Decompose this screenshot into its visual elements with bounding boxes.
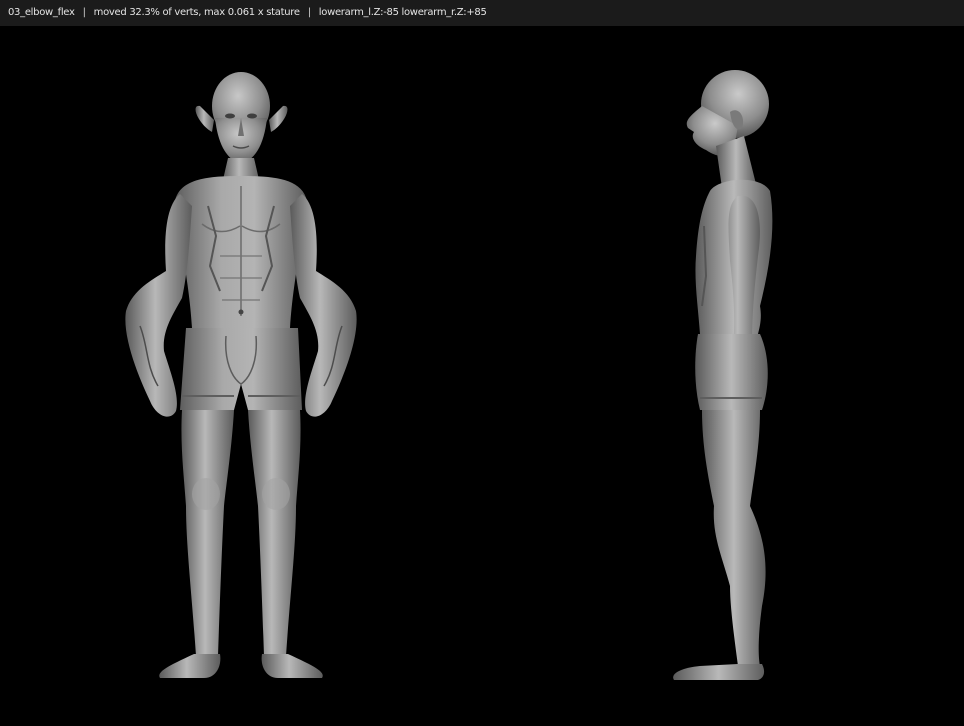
side-leg	[673, 410, 766, 680]
side-shorts	[695, 334, 768, 410]
render-info-bar: 03_elbow_flex | moved 32.3% of verts, max …	[0, 0, 964, 26]
render-viewport: 03_elbow_flex | moved 32.3% of verts, max …	[0, 0, 964, 726]
separator: |	[82, 7, 86, 18]
front-shorts	[180, 328, 302, 410]
front-head	[195, 72, 288, 163]
front-leg-left	[248, 410, 323, 678]
side-view-figure	[673, 70, 773, 680]
front-view-figure	[125, 72, 357, 678]
case-name: 03_elbow_flex	[8, 7, 75, 18]
separator: |	[307, 7, 311, 18]
bone-rotations: lowerarm_l.Z:-85 lowerarm_r.Z:+85	[318, 7, 487, 18]
front-leg-right	[159, 410, 234, 678]
front-torso	[175, 176, 307, 328]
vertex-stats: moved 32.3% of verts, max 0.061 x statur…	[93, 7, 300, 18]
